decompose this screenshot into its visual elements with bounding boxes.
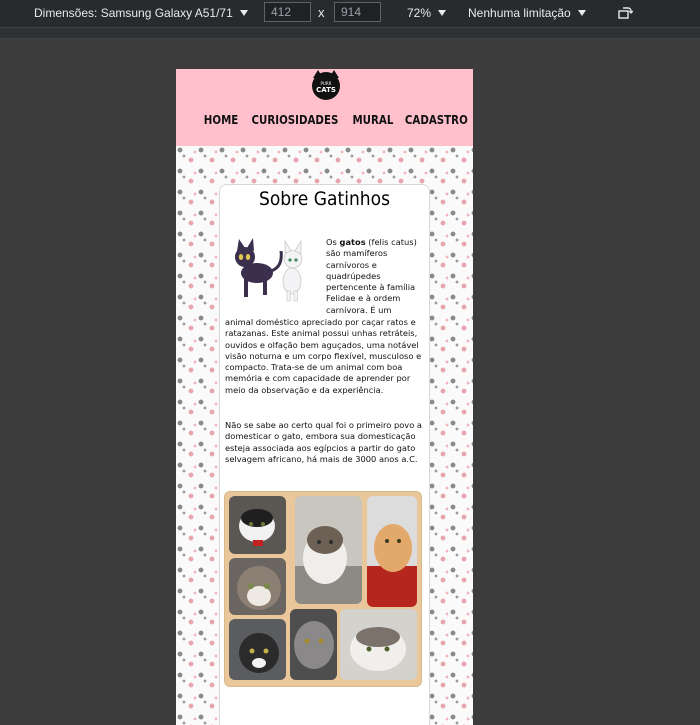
intro-text: Os <box>326 237 340 247</box>
intro-paragraph-continued: animal doméstico apreciado por caçar rat… <box>225 317 422 395</box>
cat-photo <box>229 496 286 554</box>
cartoon-cats-image <box>235 238 303 302</box>
intro-bold-word: gatos <box>339 237 366 247</box>
width-input[interactable] <box>264 2 311 22</box>
devtools-ruler <box>0 28 700 39</box>
cat-photo <box>295 496 362 604</box>
cat-photo <box>340 609 417 680</box>
device-label: Dimensões: Samsung Galaxy A51/71 <box>34 6 233 20</box>
logo-text: CATS <box>316 86 336 94</box>
main-nav: HOME CURIOSIDADES MURAL CADASTRO <box>176 112 473 127</box>
nav-home[interactable]: HOME <box>204 112 239 127</box>
site-logo[interactable]: PURR CATS <box>312 70 340 100</box>
site-header: PURR CATS HOME CURIOSIDADES MURAL CADAST… <box>176 69 473 146</box>
nav-curiosidades[interactable]: CURIOSIDADES <box>252 112 339 127</box>
cat-photo-collage <box>225 492 421 686</box>
device-toolbar: Dimensões: Samsung Galaxy A51/71 x 72% N… <box>0 0 700 28</box>
mobile-viewport: PURR CATS HOME CURIOSIDADES MURAL CADAST… <box>176 69 473 725</box>
chevron-down-icon <box>438 10 447 16</box>
height-input[interactable] <box>334 2 381 22</box>
cat-photo <box>229 619 286 680</box>
page-title: Sobre Gatinhos <box>258 188 391 210</box>
device-select[interactable]: Dimensões: Samsung Galaxy A51/71 <box>34 6 248 20</box>
cat-photo <box>367 496 417 607</box>
nav-cadastro[interactable]: CADASTRO <box>405 112 468 127</box>
throttle-label: Nenhuma limitação <box>468 6 571 20</box>
history-paragraph: Não se sabe ao certo qual foi o primeiro… <box>225 420 422 464</box>
dimension-separator: x <box>318 5 325 20</box>
content-card: Sobre Gatinhos Os gatos (felis catus) sã… <box>220 185 429 725</box>
cat-photo <box>290 609 337 680</box>
cat-photo <box>229 558 286 615</box>
zoom-label: 72% <box>407 6 432 20</box>
intro-rest-text: (felis catus) são mamíferos carnívoros e… <box>326 237 417 315</box>
chevron-down-icon <box>239 10 248 16</box>
zoom-select[interactable]: 72% <box>407 6 447 20</box>
rotate-icon[interactable] <box>617 5 633 21</box>
nav-mural[interactable]: MURAL <box>352 112 393 127</box>
throttle-select[interactable]: Nenhuma limitação <box>468 6 586 20</box>
intro-paragraph-start: Os gatos (felis catus) são mamíferos car… <box>326 237 422 316</box>
chevron-down-icon <box>577 10 586 16</box>
